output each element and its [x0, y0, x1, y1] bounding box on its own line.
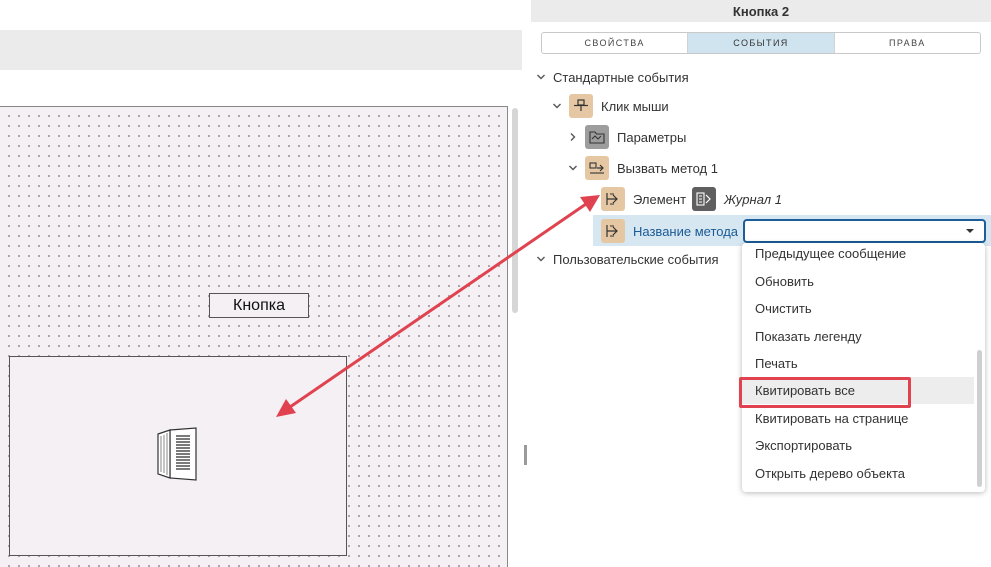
tree-node-mouse-click[interactable]: Клик мыши — [551, 93, 669, 119]
element-value: Журнал 1 — [724, 191, 782, 207]
tree-node-user-events[interactable]: Пользовательские события — [535, 246, 719, 272]
tree-node-label: Название метода — [633, 223, 739, 239]
chevron-down-icon[interactable] — [567, 162, 579, 174]
chevron-right-icon[interactable] — [567, 131, 579, 143]
method-call-icon — [585, 156, 609, 180]
tree-node-parameters[interactable]: Параметры — [567, 124, 686, 150]
tree-node-label: Параметры — [617, 129, 687, 145]
tree-node-element[interactable]: Элемент Журнал 1 — [601, 186, 782, 212]
dropdown-option[interactable]: Печать — [742, 350, 974, 377]
dropdown-option[interactable]: Обновить — [742, 268, 974, 295]
dropdown-option[interactable]: Показать легенду — [742, 323, 974, 350]
tree-node-standard-events[interactable]: Стандартные события — [535, 64, 689, 90]
folder-icon — [585, 125, 609, 149]
dropdown-option[interactable]: Экспортировать — [742, 432, 974, 459]
flow-arrows-icon — [601, 187, 625, 211]
dropdown-option[interactable]: Предыдущее сообщение — [742, 243, 974, 267]
dropdown-scrollbar[interactable] — [977, 350, 982, 487]
canvas-scrollbar[interactable] — [512, 108, 518, 313]
tree-node-method-name[interactable]: Название метода — [601, 218, 738, 244]
tree-node-label: Клик мыши — [601, 98, 669, 114]
panel-splitter-handle[interactable] — [524, 445, 527, 465]
tab-properties[interactable]: СВОЙСТВА — [542, 33, 689, 53]
annotation-highlight-box — [739, 377, 911, 408]
method-name-dropdown: Предыдущее сообщение Обновить Очистить П… — [742, 243, 985, 492]
tree-node-label: Пользовательские события — [553, 251, 719, 267]
canvas-button-element[interactable]: Кнопка — [209, 293, 309, 318]
chevron-down-icon[interactable] — [535, 71, 547, 83]
flow-arrows-icon — [601, 219, 625, 243]
dropdown-option[interactable]: Очистить — [742, 295, 974, 322]
method-name-select[interactable] — [743, 219, 986, 243]
dropdown-option[interactable]: Открыть дерево объекта — [742, 460, 974, 487]
tree-node-label: Элемент — [633, 191, 687, 207]
dropdown-option[interactable]: Квитировать на странице — [742, 405, 974, 432]
tree-node-call-method[interactable]: Вызвать метод 1 — [567, 155, 718, 181]
tree-node-label: Вызвать метод 1 — [617, 160, 718, 176]
canvas-button-label: Кнопка — [233, 296, 285, 314]
tab-events[interactable]: СОБЫТИЯ — [688, 33, 835, 53]
chevron-down-icon[interactable] — [535, 253, 547, 265]
journal-icon — [156, 426, 198, 485]
tab-rights[interactable]: ПРАВА — [835, 33, 980, 53]
tree-node-label: Стандартные события — [553, 69, 689, 85]
panel-tabs: СВОЙСТВА СОБЫТИЯ ПРАВА — [541, 32, 981, 54]
chevron-down-icon[interactable] — [551, 100, 563, 112]
caret-down-icon[interactable] — [966, 229, 974, 233]
flowchart-node-icon — [569, 94, 593, 118]
panel-title: Кнопка 2 — [531, 0, 991, 22]
journal-icon — [692, 187, 717, 211]
editor-canvas-area: Кнопка — [0, 0, 527, 567]
canvas-toolbar — [0, 30, 522, 70]
